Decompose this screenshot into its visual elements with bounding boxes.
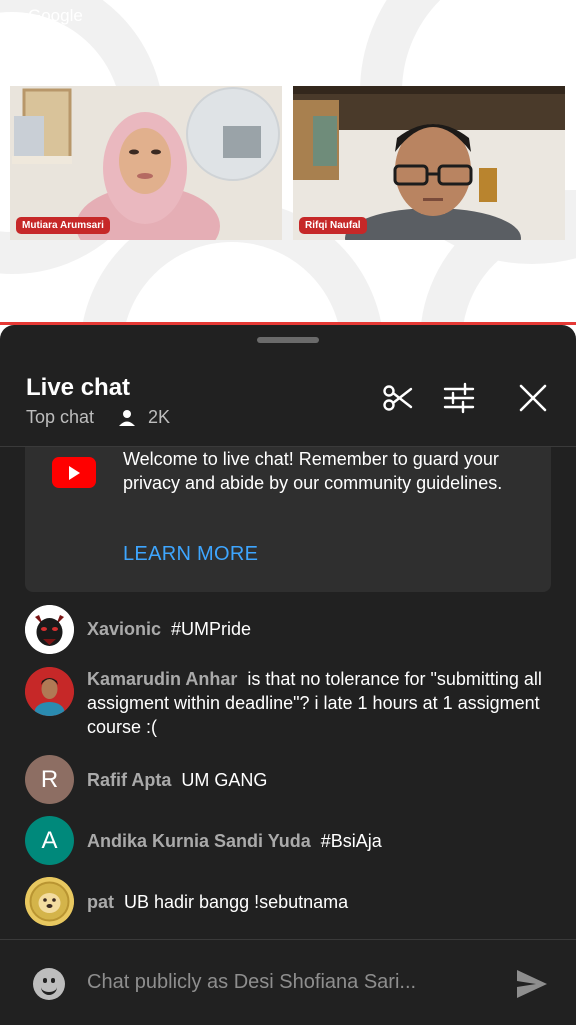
chat-input-bar: Chat publicly as Desi Shofiana Sari... — [0, 939, 576, 1025]
message-content: Kamarudin Anhar is that no tolerance for … — [87, 667, 547, 739]
youtube-logo-icon — [52, 457, 96, 488]
chat-input[interactable]: Chat publicly as Desi Shofiana Sari... — [87, 971, 416, 994]
scissors-icon[interactable] — [380, 380, 416, 416]
chat-title: Live chat — [26, 374, 131, 401]
avatar[interactable] — [25, 605, 74, 654]
status-bar: Google 89% — [0, 0, 576, 32]
emoji-icon[interactable] — [33, 968, 65, 1000]
welcome-text: Welcome to live chat! Remember to guard … — [123, 449, 503, 493]
message-content: Rafif Apta UM GANG — [87, 768, 547, 792]
participant-video-2[interactable]: Rifqi Naufal — [293, 86, 565, 240]
participant-name-tag: Mutiara Arumsari — [16, 217, 110, 234]
message-text: UB hadir bangg !sebutnama — [124, 892, 349, 912]
drag-handle[interactable] — [257, 337, 319, 343]
avatar[interactable]: R — [25, 755, 74, 804]
message-author[interactable]: pat — [87, 892, 114, 912]
avatar-image — [25, 667, 74, 716]
welcome-banner: Welcome to live chat! Remember to guard … — [25, 447, 551, 592]
avatar-image — [25, 877, 74, 926]
tune-icon[interactable] — [441, 380, 477, 416]
avatar[interactable] — [25, 667, 74, 716]
message-text: #BsiAja — [320, 831, 382, 851]
message-content: pat UB hadir bangg !sebutnama — [87, 890, 547, 914]
chat-mode-selector[interactable]: Top chat 2K — [26, 407, 170, 428]
close-icon[interactable] — [515, 380, 551, 416]
message-text: UM GANG — [181, 770, 268, 790]
message-text: #UMPride — [171, 619, 252, 639]
battery-icon — [524, 8, 554, 24]
avatar[interactable]: A — [25, 816, 74, 865]
battery-percent: 89% — [481, 6, 516, 25]
viewer-count: 2K — [148, 407, 171, 427]
message-author[interactable]: Xavionic — [87, 619, 161, 639]
send-icon[interactable] — [514, 966, 550, 1002]
participant-name-tag: Rifqi Naufal — [299, 217, 367, 234]
message-author[interactable]: Andika Kurnia Sandi Yuda — [87, 831, 311, 851]
avatar-image — [25, 605, 74, 654]
message-content: Andika Kurnia Sandi Yuda #BsiAja — [87, 829, 547, 853]
participant-video-1[interactable]: Mutiara Arumsari — [10, 86, 282, 240]
status-right: 89% — [482, 6, 554, 26]
avatar[interactable] — [25, 877, 74, 926]
carrier-label: Google — [28, 6, 83, 25]
message-author[interactable]: Kamarudin Anhar — [87, 669, 237, 689]
message-content: Xavionic #UMPride — [87, 617, 547, 641]
live-chat-panel: Live chat Top chat 2K Welcome to live ch… — [0, 325, 576, 1025]
person-icon — [118, 409, 136, 427]
message-author[interactable]: Rafif Apta — [87, 770, 171, 790]
chat-mode-label: Top chat — [26, 407, 95, 427]
learn-more-link[interactable]: LEARN MORE — [123, 543, 258, 566]
video-area[interactable]: Mutiara Arumsari Rifqi Naufal — [0, 0, 576, 322]
